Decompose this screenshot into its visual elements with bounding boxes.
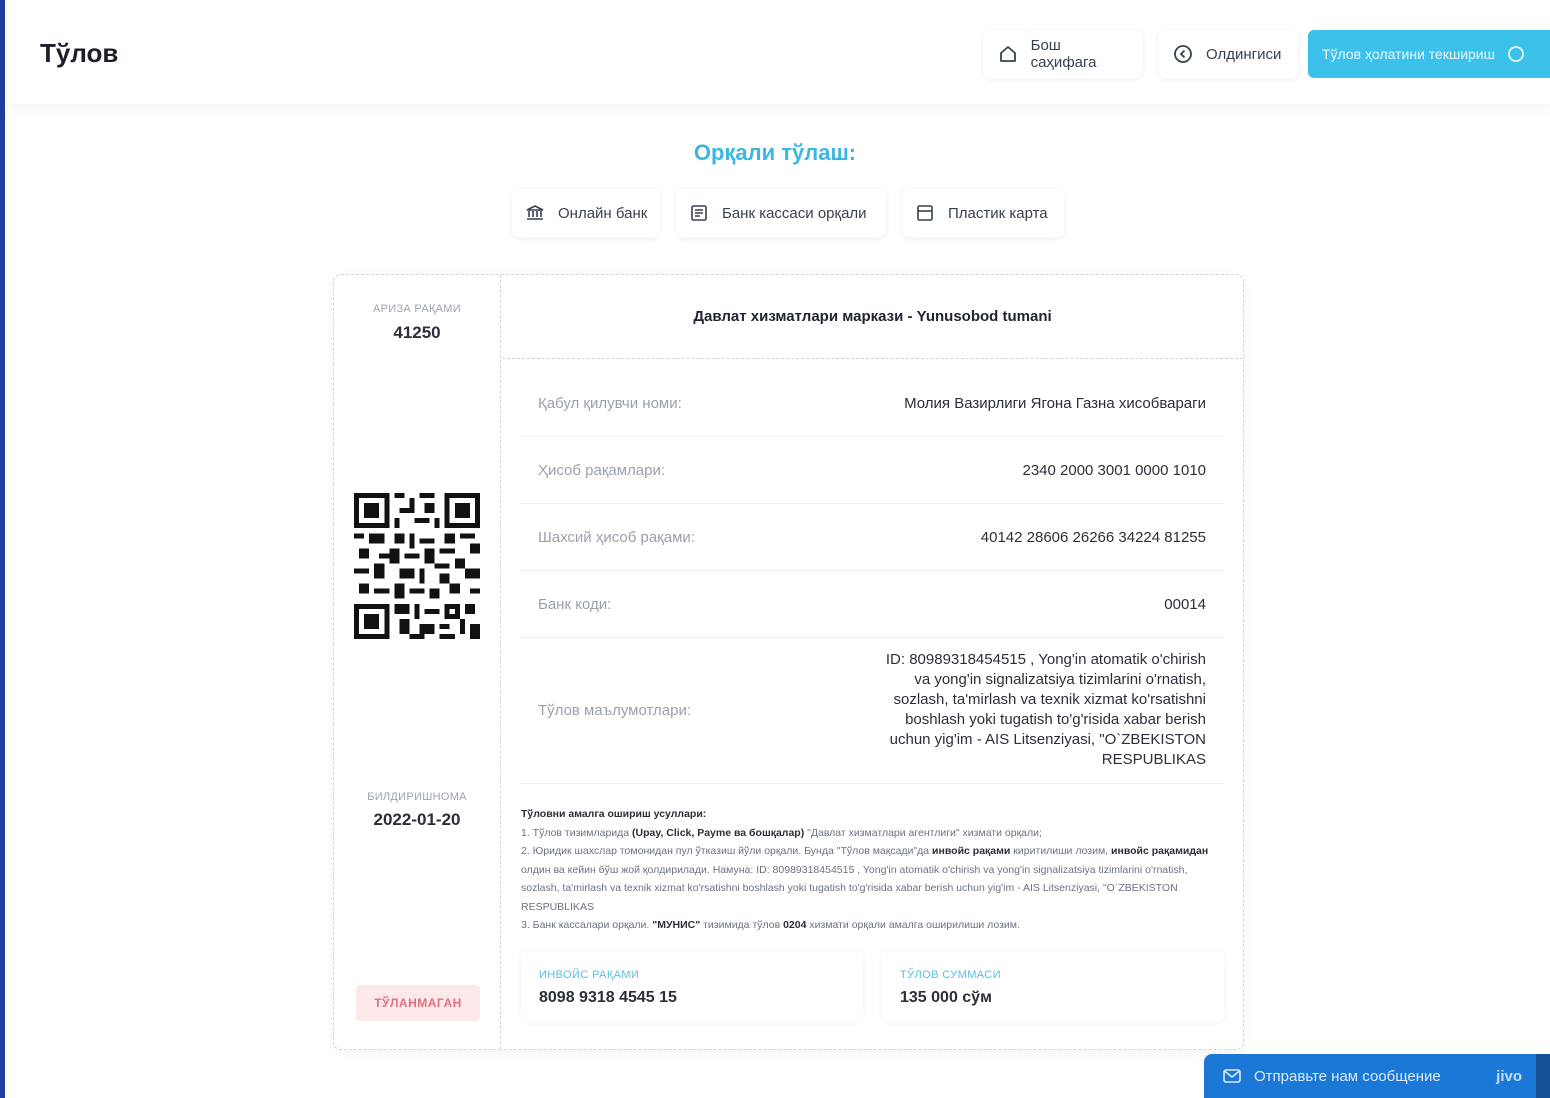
invoice-stub: АРИЗА РАҚАМИ 41250 БИЛДИРИШНОМА 2022-01-… (334, 275, 501, 1049)
application-number-label: АРИЗА РАҚАМИ (373, 303, 461, 315)
detail-value: ID: 80989318454515 , Yong'in atomatik o'… (885, 651, 1206, 768)
home-button[interactable]: Бош саҳифага (983, 30, 1143, 78)
previous-button-label: Олдингиси (1206, 45, 1282, 63)
invoice-number-label: ИНВОЙС РАҚАМИ (539, 969, 640, 981)
home-button-label: Бош саҳифага (1030, 37, 1097, 71)
detail-label: Ҳисоб рақамлари: (538, 462, 666, 479)
jivo-logo: jivo (1496, 1067, 1522, 1085)
detail-row-payment-info: Тўлов маълумотлари: ID: 80989318454515 ,… (520, 638, 1224, 784)
payment-sum: 135 000 сўм (900, 989, 992, 1006)
status-badge: ТЎЛАНМАГАН (356, 985, 480, 1021)
invoice-number: 8098 9318 4545 15 (539, 989, 677, 1006)
method-online-bank[interactable]: Онлайн банк (512, 189, 660, 237)
message-icon (1222, 1065, 1244, 1087)
payment-methods-info: Тўловни амалга ошириш усуллари: 1. Тўлов… (521, 805, 1221, 935)
organization-name: Давлат хизматлари маркази - Yunusobod tu… (502, 275, 1243, 359)
detail-value: 00014 (1164, 596, 1206, 613)
application-number: 41250 (393, 323, 441, 342)
detail-value: Молия Вазирлиги Ягона Газна хисобвараги (904, 395, 1206, 412)
method-online-bank-label: Онлайн банк (558, 204, 648, 222)
notice-date: 2022-01-20 (373, 810, 461, 829)
chat-widget-label: Отправьте нам сообщение (1254, 1067, 1441, 1085)
method-plastic-card-label: Пластик карта (948, 204, 1048, 222)
notice-label: БИЛДИРИШНОМА (367, 791, 467, 803)
check-payment-status-button[interactable]: Тўлов ҳолатини текшириш (1308, 30, 1550, 78)
detail-label: Тўлов маълумотлари: (538, 702, 692, 719)
top-header: Тўлов Бош саҳифага Олдингиси Тўлов ҳолат… (5, 0, 1550, 104)
payment-methods-title: Тўловни амалга ошириш усуллари: (521, 808, 707, 820)
home-icon (997, 43, 1019, 65)
method-bank-cashier-label: Банк кассаси орқали (722, 204, 867, 222)
payment-method-2: 2. Юридик шахслар томонидан пул ўтказиш … (521, 845, 1209, 913)
invoice-card: АРИЗА РАҚАМИ 41250 БИЛДИРИШНОМА 2022-01-… (333, 274, 1244, 1050)
invoice-number-box: ИНВОЙС РАҚАМИ 8098 9318 4545 15 (521, 951, 863, 1021)
detail-label: Банк коди: (538, 596, 612, 613)
method-plastic-card[interactable]: Пластик карта (902, 189, 1064, 237)
detail-row-personal-account: Шахсий ҳисоб рақами: 40142 28606 26266 3… (520, 504, 1224, 571)
back-circle-icon (1172, 43, 1194, 65)
check-payment-status-label: Тўлов ҳолатини текшириш (1322, 46, 1495, 62)
cash-register-icon (688, 202, 710, 224)
qr-code-icon (354, 493, 480, 639)
detail-value: 40142 28606 26266 34224 81255 (980, 529, 1206, 546)
detail-label: Қабул қилувчи номи: (538, 395, 682, 412)
method-bank-cashier[interactable]: Банк кассаси орқали (676, 189, 886, 237)
page-title: Тўлов (40, 38, 119, 68)
credit-card-icon (914, 202, 936, 224)
pay-via-title: Орқали тўлаш: (693, 140, 857, 165)
chat-widget-button[interactable]: Отправьте нам сообщение jivo (1204, 1054, 1550, 1098)
detail-row-bank-code: Банк коди: 00014 (520, 571, 1224, 638)
previous-button[interactable]: Олдингиси (1158, 30, 1298, 78)
payment-method-1: 1. Тўлов тизимларида (Upay, Click, Payme… (521, 826, 1042, 839)
payment-method-3: 3. Банк кассалари орқали. "МУНИС" тизими… (521, 919, 1020, 931)
detail-label: Шахсий ҳисоб рақами: (538, 529, 695, 546)
chat-widget-edge (1536, 1054, 1550, 1098)
refresh-icon (1505, 43, 1527, 65)
detail-row-account: Ҳисоб рақамлари: 2340 2000 3001 0000 101… (520, 437, 1224, 504)
payment-sum-box: ТЎЛОВ СУММАСИ 135 000 сўм (882, 951, 1224, 1021)
detail-value: 2340 2000 3001 0000 1010 (1022, 462, 1206, 479)
detail-row-recipient: Қабул қилувчи номи: Молия Вазирлиги Ягон… (520, 371, 1224, 437)
bank-icon (524, 202, 546, 224)
payment-sum-label: ТЎЛОВ СУММАСИ (900, 969, 1001, 981)
